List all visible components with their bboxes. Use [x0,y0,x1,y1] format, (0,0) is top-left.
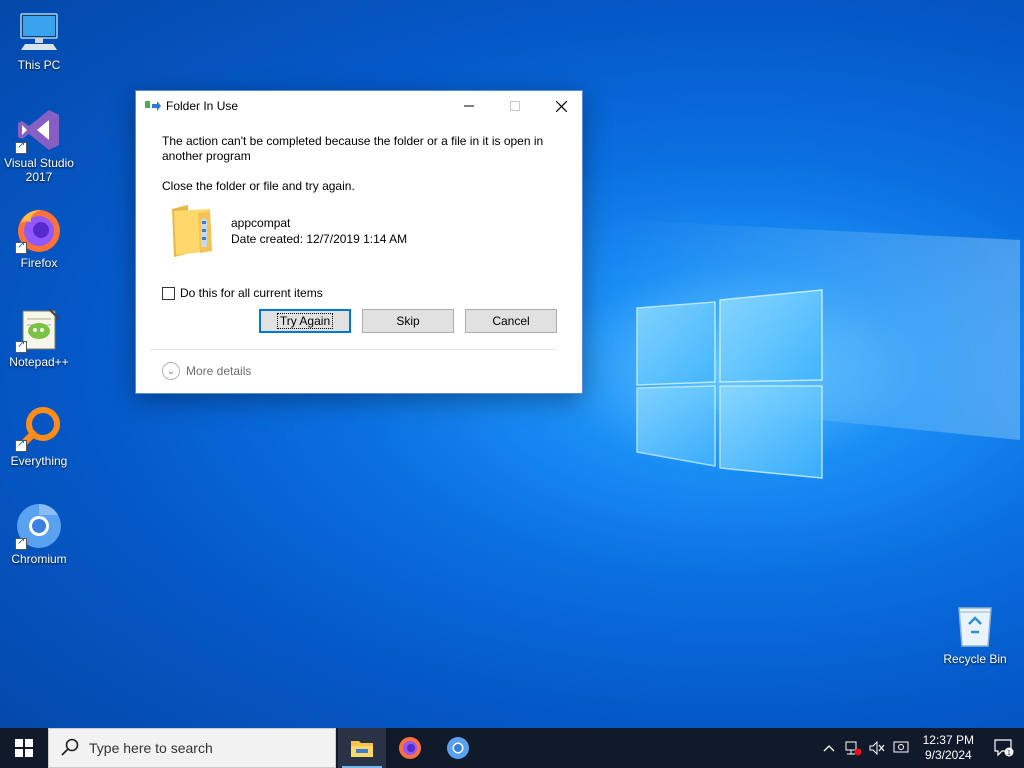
dialog-titlebar[interactable]: Folder In Use [136,91,582,121]
notepadpp-icon [15,305,63,353]
search-placeholder: Type here to search [89,740,213,756]
notification-icon: 1 [994,739,1014,757]
notification-count: 1 [1007,750,1011,757]
file-explorer-icon [351,741,373,757]
system-tray: 12:37 PM 9/3/2024 1 [817,728,1024,768]
desktop-icon-label: Chromium [11,552,67,566]
folder-icon [170,203,216,259]
search-icon [61,738,81,759]
visual-studio-icon [15,106,63,154]
maximize-button [492,91,538,121]
chevron-up-icon[interactable] [817,744,841,752]
taskbar-file-explorer[interactable] [338,728,386,768]
skip-label: Skip [396,314,420,328]
clock-date: 9/3/2024 [924,748,972,762]
taskbar: Type here to search 12:37 PM 9/3/2024 1 [0,728,1024,768]
chromium-icon [447,737,469,759]
action-center-button[interactable]: 1 [984,739,1024,757]
dialog-divider [150,349,556,350]
taskbar-firefox[interactable] [386,728,434,768]
file-name: appcompat [231,216,291,230]
close-button[interactable] [538,91,584,121]
folder-in-use-dialog: Folder In Use The action can't be comple… [135,90,583,394]
desktop-icon-recycle-bin[interactable]: Recycle Bin [937,602,1013,666]
shortcut-arrow-icon [15,438,27,452]
more-details-label: More details [186,364,252,378]
desktop-icon-label: Recycle Bin [943,652,1007,666]
instruction-text: Close the folder or file and try again. [162,179,355,193]
shortcut-arrow-icon [15,339,27,353]
file-move-icon [145,99,161,113]
windows-logo [636,289,823,479]
volume-muted-icon[interactable] [865,740,889,756]
desktop-icon-label: Firefox [20,256,58,270]
start-button[interactable] [0,728,48,768]
dialog-title: Folder In Use [166,99,239,113]
taskbar-chromium[interactable] [434,728,482,768]
everything-search-icon [15,404,63,452]
computer-icon [15,8,63,56]
taskbar-search-box[interactable]: Type here to search [48,728,336,768]
display-icon[interactable] [889,740,913,756]
recycle-bin-icon [951,602,999,650]
cancel-label: Cancel [492,314,530,328]
shortcut-arrow-icon [15,140,27,154]
more-details-toggle[interactable]: ⌄ More details [162,362,251,380]
network-icon[interactable] [841,740,865,756]
close-icon [555,100,567,112]
chromium-icon [15,502,63,550]
desktop-icon-label: This PC [17,58,61,72]
desktop-icon-notepadpp[interactable]: Notepad++ [1,305,77,369]
chevron-down-icon: ⌄ [162,362,180,380]
firefox-icon [399,737,421,759]
try-again-label: Try Again [276,313,334,329]
try-again-button[interactable]: Try Again [259,309,351,333]
minimize-button[interactable] [446,91,492,121]
shortcut-arrow-icon [15,240,27,254]
shortcut-arrow-icon [15,536,27,550]
desktop-icon-label: Notepad++ [9,355,69,369]
desktop-icon-everything[interactable]: Everything [1,404,77,468]
desktop-icon-firefox[interactable]: Firefox [1,206,77,270]
file-date: Date created: 12/7/2019 1:14 AM [231,232,408,246]
desktop-icon-chromium[interactable]: Chromium [1,502,77,566]
firefox-icon [15,206,63,254]
error-message: The action can't be completed because th… [162,134,544,163]
skip-button[interactable]: Skip [362,309,454,333]
taskbar-clock[interactable]: 12:37 PM 9/3/2024 [913,733,984,763]
desktop-icon-visual-studio[interactable]: Visual Studio 2017 [1,106,77,184]
desktop-icon-this-pc[interactable]: This PC [1,8,77,72]
desktop-icon-label: Visual Studio 2017 [4,156,74,184]
cancel-button[interactable]: Cancel [465,309,557,333]
apply-to-all-checkbox[interactable]: Do this for all current items [162,286,323,300]
windows-start-icon [15,739,33,757]
clock-time: 12:37 PM [922,733,974,747]
desktop-icon-label: Everything [10,454,68,468]
checkbox-box[interactable] [162,286,175,300]
checkbox-label: Do this for all current items [180,286,323,300]
